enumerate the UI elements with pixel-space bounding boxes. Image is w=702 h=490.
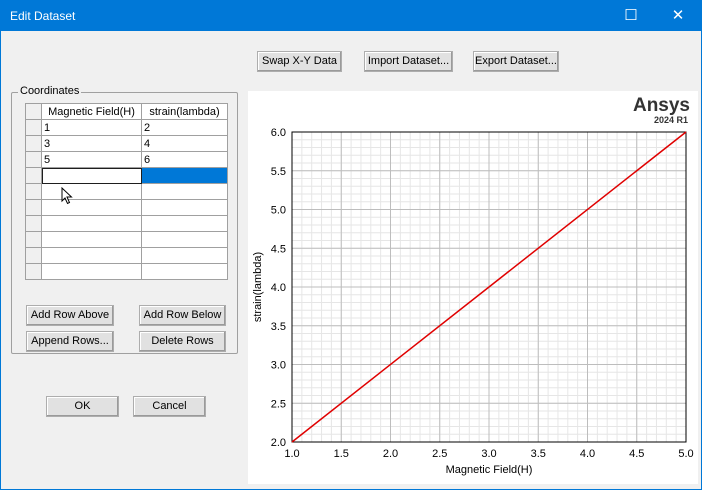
add-row-above-button[interactable]: Add Row Above: [26, 305, 114, 326]
table-row[interactable]: [25, 263, 228, 280]
cell-magnetic-field[interactable]: 3: [41, 135, 142, 152]
table-row[interactable]: [25, 167, 228, 184]
add-row-below-button[interactable]: Add Row Below: [139, 305, 226, 326]
x-tick-label: 1.0: [284, 448, 299, 460]
x-tick-label: 3.5: [531, 448, 546, 460]
row-header[interactable]: [25, 231, 42, 248]
x-tick-label: 2.5: [432, 448, 447, 460]
coordinates-table: Magnetic Field(H) strain(lambda) 123456: [25, 103, 228, 280]
row-header[interactable]: [25, 151, 42, 168]
column-header-x[interactable]: Magnetic Field(H): [41, 103, 142, 120]
export-dataset-button[interactable]: Export Dataset...: [473, 51, 559, 72]
cell-magnetic-field[interactable]: [41, 183, 142, 200]
swap-xy-button[interactable]: Swap X-Y Data: [257, 51, 342, 72]
cell-strain[interactable]: [141, 199, 228, 216]
close-button[interactable]: ✕: [655, 1, 701, 31]
y-tick-label: 4.0: [271, 282, 286, 294]
cell-magnetic-field[interactable]: [41, 247, 142, 264]
mouse-cursor-icon: [61, 187, 73, 205]
x-axis-label: Magnetic Field(H): [446, 464, 533, 476]
cell-strain[interactable]: [141, 231, 228, 248]
row-header[interactable]: [25, 263, 42, 280]
table-row[interactable]: [25, 199, 228, 216]
table-row[interactable]: [25, 247, 228, 264]
y-tick-label: 2.0: [271, 437, 286, 449]
cell-strain[interactable]: [141, 215, 228, 232]
row-header[interactable]: [25, 247, 42, 264]
row-header[interactable]: [25, 167, 42, 184]
cell-strain[interactable]: 2: [141, 119, 228, 136]
row-header[interactable]: [25, 119, 42, 136]
cell-magnetic-field[interactable]: 5: [41, 151, 142, 168]
delete-rows-button[interactable]: Delete Rows: [139, 331, 226, 352]
import-dataset-button[interactable]: Import Dataset...: [364, 51, 453, 72]
cell-magnetic-field[interactable]: [41, 215, 142, 232]
y-tick-label: 2.5: [271, 398, 286, 410]
row-header[interactable]: [25, 199, 42, 216]
table-row[interactable]: 12: [25, 119, 228, 136]
cell-strain[interactable]: 4: [141, 135, 228, 152]
y-tick-label: 6.0: [271, 127, 286, 139]
version-label: 2024 R1: [653, 115, 688, 125]
cell-magnetic-field[interactable]: [41, 263, 142, 280]
table-row[interactable]: [25, 183, 228, 200]
x-tick-label: 1.5: [334, 448, 349, 460]
cancel-button[interactable]: Cancel: [133, 396, 206, 417]
x-tick-label: 3.0: [481, 448, 496, 460]
cell-strain[interactable]: [141, 167, 228, 184]
ansys-logo: Ansys: [632, 95, 690, 116]
cell-magnetic-field[interactable]: [41, 199, 142, 216]
plot-panel: Ansys 2024 R1 1.0 1.5 2.0 2.5 3.0 3.5 4.0 4.5 5.…: [248, 91, 698, 484]
row-header[interactable]: [25, 215, 42, 232]
append-rows-button[interactable]: Append Rows...: [26, 331, 114, 352]
cell-magnetic-field[interactable]: [41, 231, 142, 248]
cell-strain[interactable]: [141, 247, 228, 264]
close-icon: ✕: [671, 7, 685, 24]
row-header[interactable]: [25, 135, 42, 152]
cell-magnetic-field[interactable]: 1: [41, 119, 142, 136]
cell-magnetic-field[interactable]: [41, 167, 142, 184]
table-row[interactable]: [25, 231, 228, 248]
y-tick-label: 3.5: [271, 321, 286, 333]
table-row[interactable]: [25, 215, 228, 232]
y-tick-label: 5.5: [271, 166, 286, 178]
maximize-icon: ☐: [624, 7, 638, 24]
maximize-button[interactable]: ☐: [608, 1, 654, 31]
column-header-y[interactable]: strain(lambda): [141, 103, 228, 120]
cell-strain[interactable]: 6: [141, 151, 228, 168]
table-row[interactable]: 34: [25, 135, 228, 152]
cell-strain[interactable]: [141, 263, 228, 280]
ok-button[interactable]: OK: [46, 396, 119, 417]
y-tick-label: 4.5: [271, 243, 286, 255]
window-title: Edit Dataset: [10, 9, 76, 23]
row-header[interactable]: [25, 183, 42, 200]
table-row[interactable]: 56: [25, 151, 228, 168]
y-tick-label: 5.0: [271, 205, 286, 217]
dataset-chart: 1.0 1.5 2.0 2.5 3.0 3.5 4.0 4.5 5.0 2.0 2.5 3.0 3.5 4…: [252, 127, 694, 476]
title-bar[interactable]: Edit Dataset ☐ ✕: [1, 1, 701, 31]
y-axis-label: strain(lambda): [252, 252, 264, 322]
x-tick-label: 4.0: [580, 448, 595, 460]
table-header-row: Magnetic Field(H) strain(lambda): [25, 103, 228, 120]
x-tick-label: 2.0: [383, 448, 398, 460]
corner-header: [25, 103, 42, 120]
edit-dataset-window: Edit Dataset ☐ ✕ Swap X-Y Data Import Da…: [0, 0, 702, 490]
y-tick-label: 3.0: [271, 360, 286, 372]
x-tick-label: 4.5: [629, 448, 644, 460]
coordinates-label: Coordinates: [18, 85, 82, 97]
cell-strain[interactable]: [141, 183, 228, 200]
x-tick-label: 5.0: [678, 448, 693, 460]
